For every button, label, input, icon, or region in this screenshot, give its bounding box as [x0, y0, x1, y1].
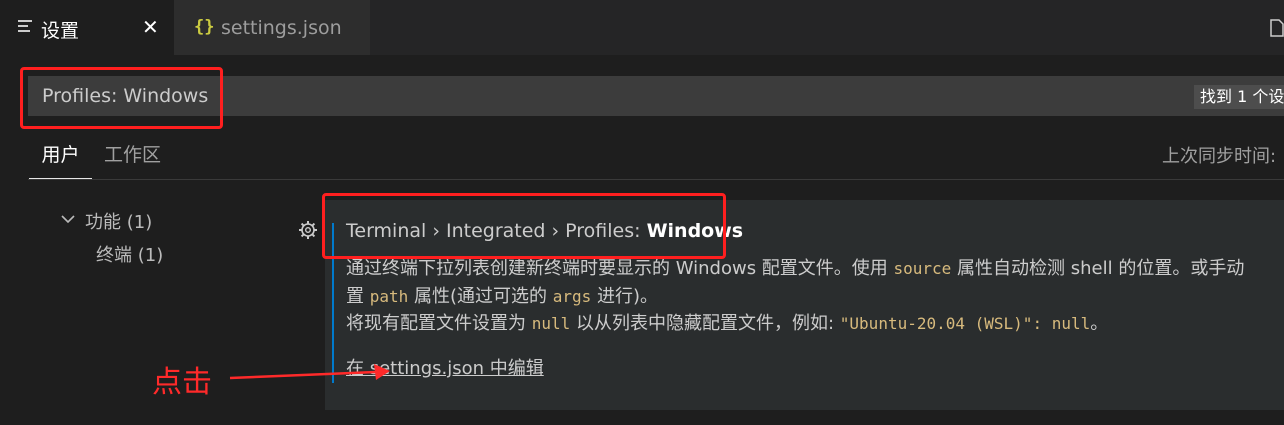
- tab-user[interactable]: 用户: [29, 140, 92, 180]
- code-args: args: [552, 287, 592, 306]
- editor-tab-bar: 设置 ✕ {} settings.json: [0, 0, 1284, 55]
- code-path: path: [369, 287, 409, 306]
- open-json-icon[interactable]: [1268, 18, 1284, 38]
- toc-item-features[interactable]: 功能 (1): [85, 208, 152, 234]
- list-icon: [17, 17, 33, 37]
- code-example: "Ubuntu-20.04 (WSL)": null: [839, 314, 1091, 333]
- desc-text: 进行)。: [591, 286, 659, 307]
- code-source: source: [893, 259, 952, 278]
- desc-text: 将现有配置文件设置为: [346, 313, 532, 334]
- toc-item-terminal[interactable]: 终端 (1): [96, 241, 163, 267]
- tab-settings-label: 设置: [41, 20, 80, 42]
- chevron-down-icon[interactable]: [60, 211, 76, 227]
- setting-description-line3: 将现有配置文件设置为 null 以从列表中隐藏配置文件，例如: "Ubuntu-…: [346, 309, 1108, 335]
- desc-text: 以从列表中隐藏配置文件，例如:: [570, 313, 840, 334]
- desc-text: 属性(通过可选的: [408, 286, 553, 307]
- annotation-arrow: [229, 364, 390, 380]
- search-result-count: 找到 1 个设: [1194, 85, 1284, 109]
- sync-status: 上次同步时间:: [1162, 146, 1277, 167]
- setting-description-line2: 置 path 属性(通过可选的 args 进行)。: [346, 282, 658, 308]
- code-null: null: [531, 314, 571, 333]
- click-annotation-label: 点击: [152, 365, 212, 400]
- search-highlight-box: [20, 67, 223, 129]
- braces-icon: {}: [194, 17, 215, 37]
- tab-settings-json[interactable]: {} settings.json: [174, 0, 370, 55]
- tab-settings[interactable]: 设置 ✕: [0, 0, 174, 55]
- close-icon[interactable]: ✕: [142, 15, 159, 39]
- header-divider: [28, 179, 1284, 180]
- tab-workspace[interactable]: 工作区: [104, 140, 161, 178]
- tab-settings-json-label: settings.json: [221, 17, 342, 39]
- desc-text: 。: [1090, 313, 1109, 334]
- desc-text: 通过终端下拉列表创建新终端时要显示的 Windows 配置文件。使用: [346, 258, 894, 279]
- gear-icon[interactable]: [298, 220, 318, 240]
- desc-text: 置: [346, 286, 370, 307]
- desc-text: 属性自动检测 shell 的位置。或手动: [951, 258, 1245, 279]
- title-highlight-box: [322, 193, 726, 259]
